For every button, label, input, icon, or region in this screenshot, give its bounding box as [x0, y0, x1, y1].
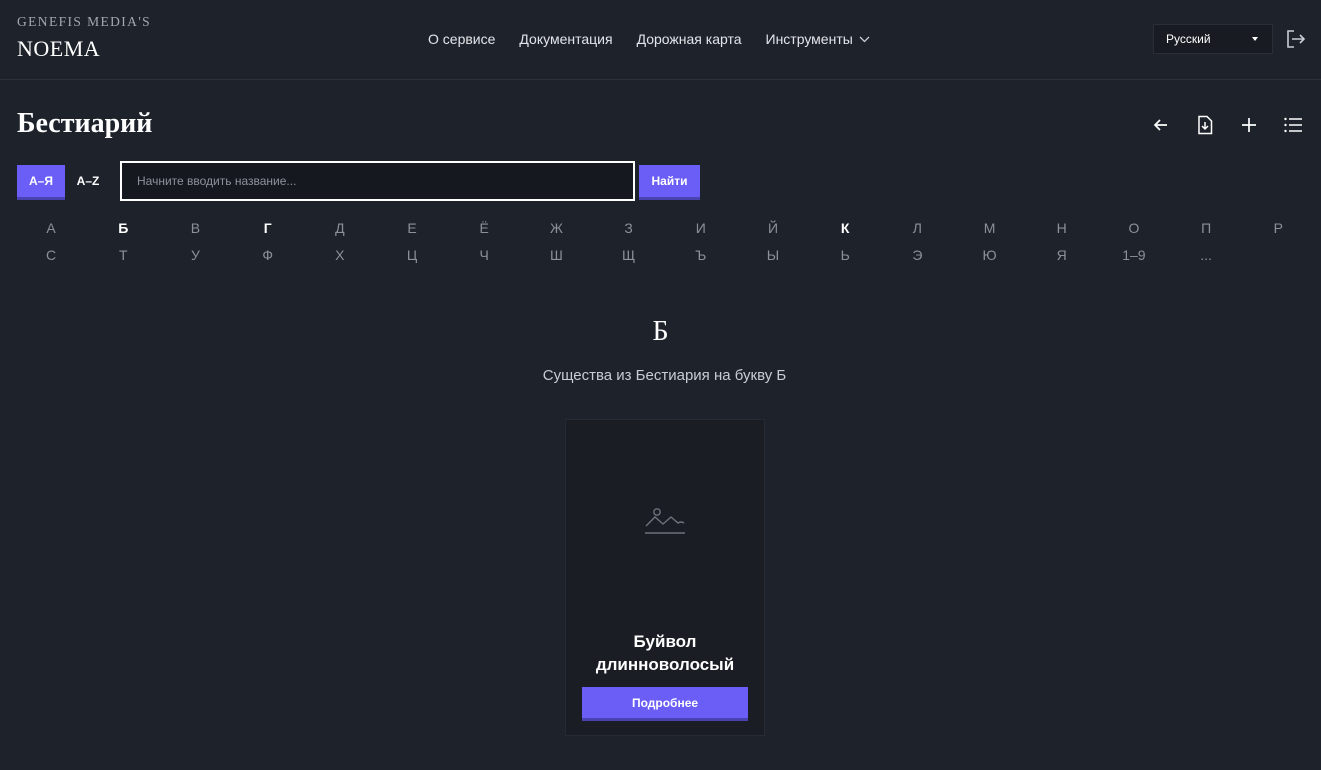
alphabet-letter[interactable]: Р [1242, 218, 1314, 245]
search-button[interactable]: Найти [639, 165, 700, 197]
alphabet-letter[interactable]: Б [87, 218, 159, 245]
alphabet-letter[interactable]: Ч [448, 245, 520, 272]
alphabet-letter[interactable]: З [593, 218, 665, 245]
nav-roadmap-label: Дорожная карта [636, 31, 742, 47]
main-nav: О сервисе Документация Дорожная карта Ин… [428, 31, 870, 47]
alphabet-letter[interactable]: Э [881, 245, 953, 272]
nav-about-label: О сервисе [428, 31, 496, 47]
page-title: Бестиарий [17, 108, 153, 139]
chevron-down-icon [859, 36, 870, 42]
alphabet-letter[interactable]: С [15, 245, 87, 272]
alphabet-row: С Т У Ф Х Ц Ч Ш Щ Ъ Ы Ь Э Ю Я 1–9... [15, 245, 1315, 272]
alphabet-letter[interactable]: Ю [953, 245, 1025, 272]
alphabet-letter[interactable]: Ц [376, 245, 448, 272]
file-download-icon [1198, 115, 1213, 135]
alphabet-letter[interactable]: Х [304, 245, 376, 272]
alphabet-letter[interactable]: Ш [520, 245, 592, 272]
alphabet-letter[interactable]: У [159, 245, 231, 272]
nav-docs-label: Документация [519, 31, 613, 47]
alphabet-letter[interactable]: Й [737, 218, 809, 245]
alphabet-row: АБВГДЕЁЖЗИЙКЛМНОПР [15, 218, 1315, 245]
list-view-button[interactable] [1283, 115, 1303, 135]
alphabet-letter[interactable]: Ё [448, 218, 520, 245]
alphabet-letter[interactable]: Щ [593, 245, 665, 272]
alphabet-letter[interactable]: Е [376, 218, 448, 245]
caret-down-icon [1252, 37, 1258, 41]
language-select[interactable]: Русский [1153, 24, 1273, 54]
logout-button[interactable] [1286, 30, 1306, 53]
alphabet-letter[interactable]: К [809, 218, 881, 245]
add-button[interactable] [1239, 115, 1259, 135]
plus-icon [1242, 118, 1256, 132]
brand-publisher: GENEFIS MEDIA'S [17, 14, 152, 29]
arrow-left-icon [1153, 119, 1167, 131]
alphabet-letter[interactable]: Я [1026, 245, 1098, 272]
alphabet-letter[interactable]: Ъ [665, 245, 737, 272]
section-letter: Б [652, 316, 669, 347]
alphabet-letter[interactable]: Г [232, 218, 304, 245]
alphabet-letter[interactable]: Л [881, 218, 953, 245]
cyrillic-alphabet-button[interactable]: А–Я [17, 165, 65, 197]
list-icon [1284, 117, 1302, 133]
alphabet-letter[interactable]: 1–9 [1098, 245, 1170, 272]
details-button[interactable]: Подробнее [582, 687, 748, 718]
nav-roadmap[interactable]: Дорожная карта [637, 31, 742, 47]
search-input[interactable] [120, 161, 635, 201]
download-button[interactable] [1195, 115, 1215, 135]
language-selected: Русский [1166, 32, 1211, 46]
alphabet-letter[interactable]: Н [1026, 218, 1098, 245]
alphabet-letter[interactable]: П [1170, 218, 1242, 245]
alphabet-letter[interactable]: Ф [232, 245, 304, 272]
alphabet-letter[interactable]: В [159, 218, 231, 245]
image-placeholder-icon [644, 506, 686, 541]
nav-about[interactable]: О сервисе [428, 31, 495, 47]
alphabet-letter[interactable]: Д [304, 218, 376, 245]
section-subtitle: Существа из Бестиария на букву Б [542, 367, 787, 384]
alphabet-letter[interactable]: А [15, 218, 87, 245]
creature-card-title: Буйвол длинноволосый [595, 632, 735, 674]
alphabet-letter[interactable]: О [1098, 218, 1170, 245]
alphabet-index: АБВГДЕЁЖЗИЙКЛМНОПР С Т У Ф Х Ц Ч Ш Щ Ъ Ы Ь Э Ю Я 1–9... [15, 218, 1315, 272]
alphabet-letter[interactable]: ... [1170, 245, 1242, 272]
alphabet-letter[interactable]: Ь [809, 245, 881, 272]
brand-name: NOEMA [17, 36, 101, 61]
brand-logo[interactable]: GENEFIS MEDIA'S NOEMA [17, 14, 151, 62]
nav-docs[interactable]: Документация [519, 31, 612, 47]
nav-tools-label: Инструменты [765, 31, 853, 47]
creature-card: Буйвол длинноволосый Подробнее [565, 419, 765, 736]
alphabet-letter[interactable]: М [953, 218, 1025, 245]
alphabet-letter[interactable]: И [665, 218, 737, 245]
logout-icon [1287, 30, 1306, 48]
top-header: GENEFIS MEDIA'S NOEMA О сервисе Документ… [0, 0, 1321, 80]
alphabet-letter[interactable]: Ж [520, 218, 592, 245]
latin-alphabet-button[interactable]: A–Z [67, 165, 109, 197]
alphabet-letter[interactable]: Ы [737, 245, 809, 272]
nav-tools[interactable]: Инструменты [766, 31, 870, 47]
alphabet-letter[interactable]: Т [87, 245, 159, 272]
back-button[interactable] [1151, 115, 1171, 135]
